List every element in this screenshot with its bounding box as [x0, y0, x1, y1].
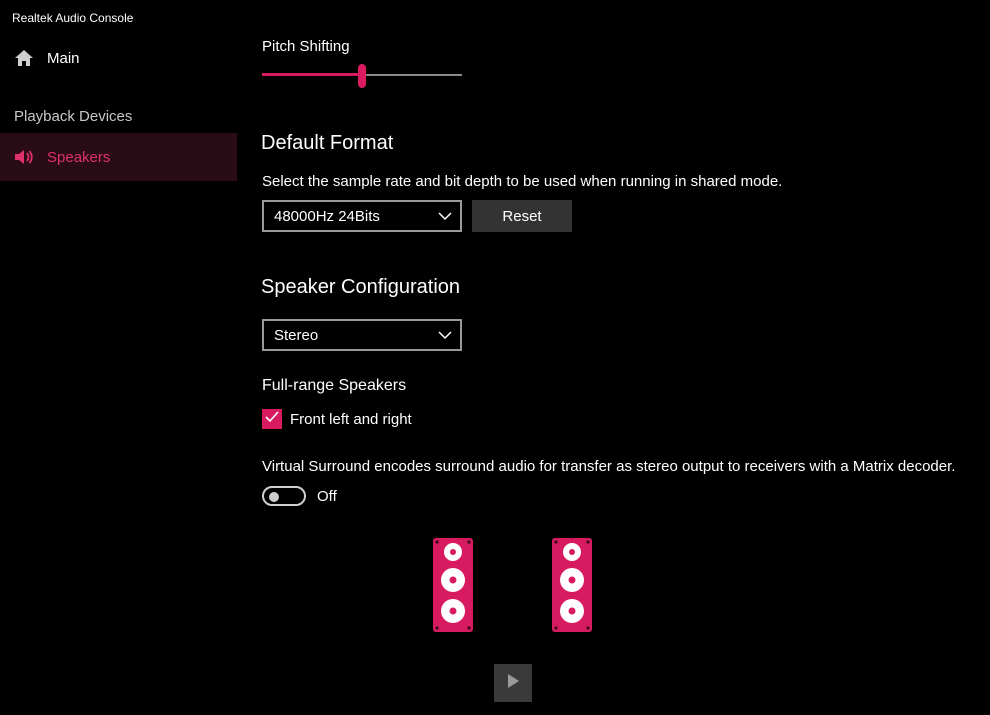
sidebar-section-playback-devices: Playback Devices — [14, 108, 133, 125]
default-format-select[interactable]: 48000Hz 24Bits — [262, 200, 462, 232]
sidebar-item-main[interactable]: Main — [0, 34, 237, 82]
full-range-speakers-label: Full-range Speakers — [262, 377, 407, 394]
speaker-right-icon[interactable] — [552, 538, 592, 632]
default-format-value: 48000Hz 24Bits — [274, 207, 380, 225]
check-icon — [264, 409, 280, 430]
sidebar-item-speakers[interactable]: Speakers — [0, 133, 237, 181]
home-icon — [14, 48, 34, 68]
default-format-heading: Default Format — [261, 132, 394, 154]
sidebar-item-label: Speakers — [47, 148, 111, 166]
speaker-configuration-select[interactable]: Stereo — [262, 319, 462, 351]
virtual-surround-state: Off — [317, 488, 337, 505]
virtual-surround-toggle[interactable] — [262, 486, 306, 506]
main-content: Pitch Shifting Default Format Select the… — [261, 0, 990, 715]
speaker-configuration-value: Stereo — [274, 326, 319, 344]
pitch-shifting-slider[interactable] — [262, 64, 462, 88]
speaker-left-icon[interactable] — [433, 538, 473, 632]
play-icon — [506, 673, 520, 694]
speaker-icon — [14, 147, 34, 167]
sidebar-item-label: Main — [47, 49, 80, 67]
virtual-surround-description: Virtual Surround encodes surround audio … — [262, 458, 956, 475]
toggle-knob — [269, 492, 279, 502]
slider-thumb[interactable] — [358, 64, 366, 88]
play-test-button[interactable] — [494, 664, 532, 702]
reset-button[interactable]: Reset — [472, 200, 572, 232]
sidebar: Main Playback Devices Speakers — [0, 32, 237, 715]
slider-fill — [262, 73, 362, 76]
chevron-down-icon — [438, 328, 452, 342]
chevron-down-icon — [438, 209, 452, 223]
pitch-shifting-label: Pitch Shifting — [262, 38, 350, 55]
default-format-description: Select the sample rate and bit depth to … — [262, 173, 783, 190]
front-left-right-label: Front left and right — [290, 411, 412, 428]
front-left-right-checkbox[interactable] — [262, 409, 282, 429]
speaker-configuration-heading: Speaker Configuration — [261, 276, 461, 298]
